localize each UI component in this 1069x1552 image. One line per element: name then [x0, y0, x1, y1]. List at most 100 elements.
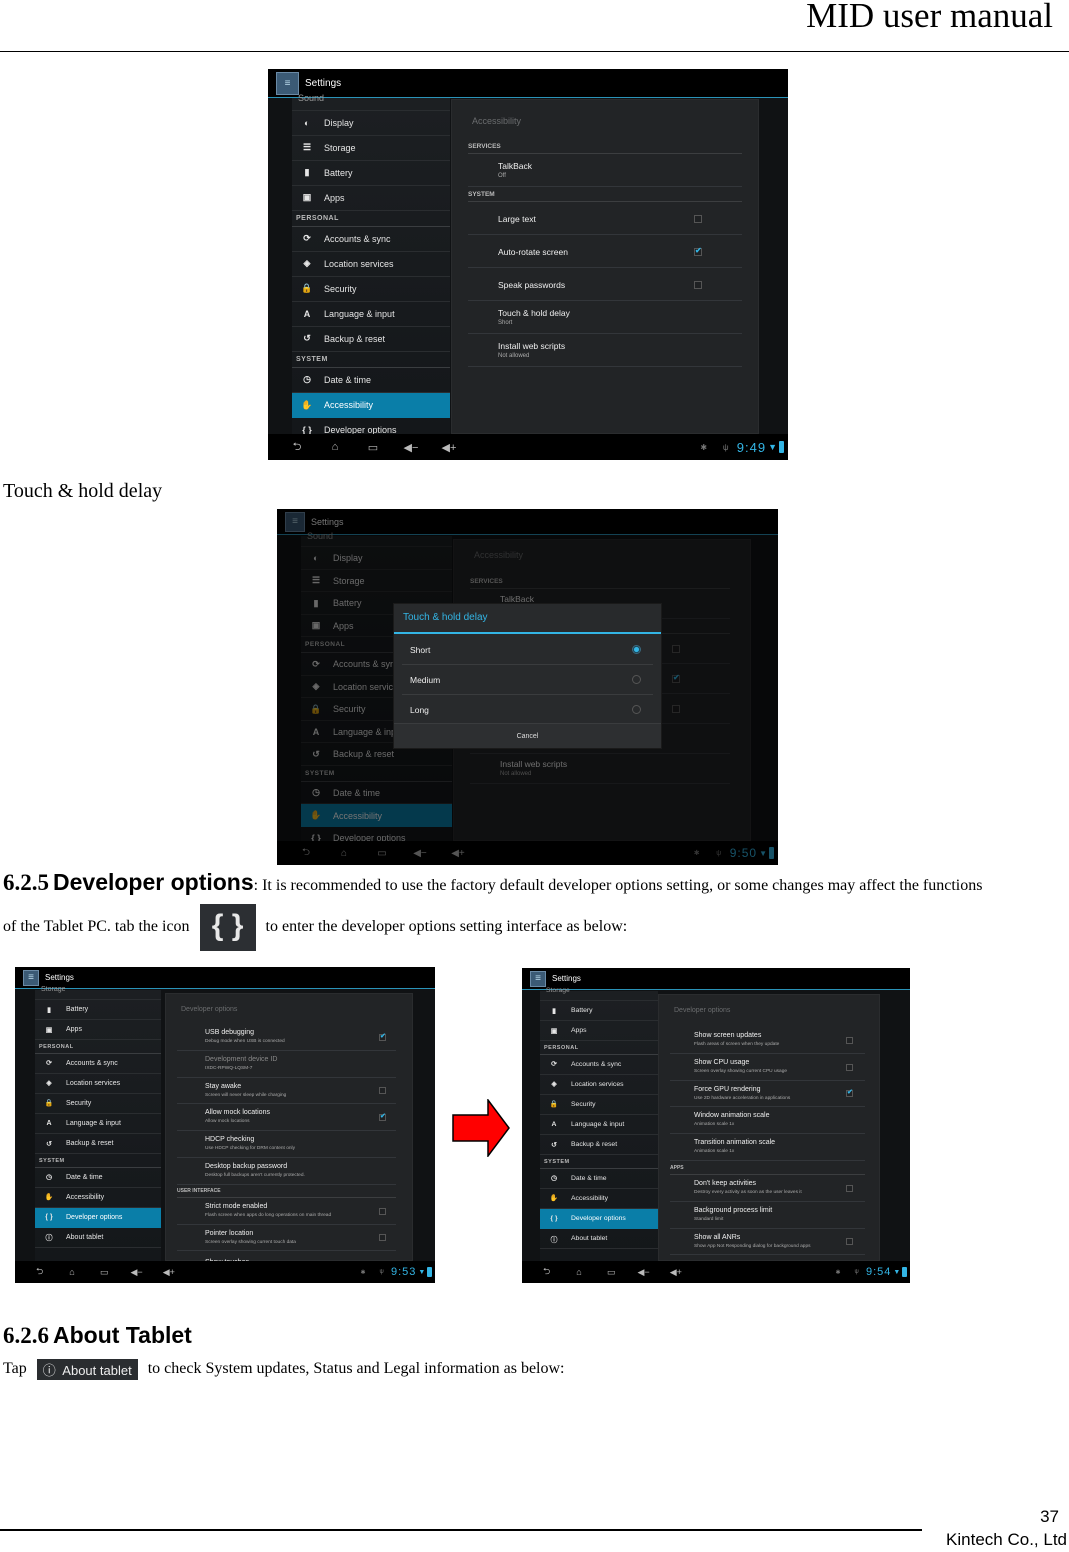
sidebar-item-developer-options[interactable]: { } Developer options [540, 1208, 658, 1230]
preference-row[interactable]: Show CPU usage Screen overlay showing cur… [670, 1054, 865, 1081]
home-button[interactable]: ⌂ [563, 1267, 595, 1277]
radio-selected[interactable] [632, 645, 641, 654]
checkbox-unchecked[interactable] [694, 280, 702, 289]
preference-row[interactable]: Strict mode enabled Flash screen when app… [177, 1198, 396, 1225]
preference-row[interactable]: Window animation scale Animation scale 1x [670, 1107, 865, 1135]
home-button[interactable]: ⌂ [316, 441, 354, 453]
sidebar-item-developer-options[interactable]: { } Developer options [35, 1207, 161, 1229]
back-button[interactable]: ⮌ [531, 1264, 563, 1280]
sidebar-item-language-input[interactable]: A Language & input [35, 1114, 161, 1135]
sidebar-item-backup-reset[interactable]: ↺ Backup & reset [540, 1135, 658, 1156]
sidebar-item-about-tablet[interactable]: ⓘ About tablet [540, 1229, 658, 1250]
sidebar-item-language-input[interactable]: A Language & input [292, 302, 450, 327]
sidebar-item-security[interactable]: 🔒 Security [292, 277, 450, 302]
cancel-button[interactable]: Cancel [394, 723, 661, 748]
preference-row[interactable]: Show all ANRs Show App Not Responding dia… [670, 1229, 865, 1256]
preference-row[interactable]: Development device ID IXDC-RPWQ-LQSM-7 [177, 1051, 396, 1078]
volume-up-button[interactable]: ◀+ [153, 1267, 185, 1278]
preference-row[interactable]: Touch & hold delay Short [468, 301, 742, 334]
preference-row[interactable]: TalkBack Off [468, 154, 742, 187]
sidebar-item-battery[interactable]: ▮ Battery [540, 1001, 658, 1022]
volume-down-button[interactable]: ◀− [120, 1267, 152, 1278]
dialog-option-short[interactable]: Short [402, 635, 653, 665]
preference-row[interactable]: HDCP checking Use HDCP checking for DRM c… [177, 1131, 396, 1158]
volume-up-button[interactable]: ◀+ [430, 441, 468, 454]
sidebar-item-clipped[interactable]: Storage [540, 981, 658, 1002]
preference-row[interactable]: Allow mock locations Allow mock locations [177, 1104, 396, 1132]
sidebar-item-storage[interactable]: ☰ Storage [292, 136, 450, 161]
preference-row[interactable]: Large text [468, 202, 742, 235]
radio-unselected[interactable] [632, 705, 641, 714]
checkbox-checked[interactable] [694, 246, 702, 256]
sidebar-item-apps[interactable]: ▣ Apps [292, 186, 450, 211]
preference-row[interactable]: Show screen updates Flash areas of screen… [670, 1027, 865, 1054]
sidebar-item-battery[interactable]: ▮ Battery [35, 1000, 161, 1021]
preference-row[interactable]: USB debugging Debug mode when USB is conn… [177, 1024, 396, 1051]
volume-down-button[interactable]: ◀− [627, 1267, 659, 1278]
sidebar-item-accessibility[interactable]: ✋ Accessibility [35, 1188, 161, 1208]
checkbox-checked[interactable] [379, 1112, 386, 1122]
recents-button[interactable]: ▭ [595, 1267, 627, 1278]
location-icon: ◈ [46, 1080, 52, 1088]
sidebar-item-location-services[interactable]: ◈ Location services [540, 1075, 658, 1095]
sidebar-item-apps[interactable]: ▣ Apps [540, 1021, 658, 1042]
preference-row[interactable]: Auto-rotate screen [468, 235, 742, 268]
preference-row[interactable]: Desktop backup password Desktop full back… [177, 1158, 396, 1185]
preference-row[interactable]: Pointer location Screen overlay showing c… [177, 1225, 396, 1252]
preference-row[interactable]: Don't keep activities Destroy every activ… [670, 1175, 865, 1202]
sidebar-item-language-input[interactable]: A Language & input [540, 1115, 658, 1136]
checkbox-unchecked[interactable] [379, 1234, 386, 1242]
sidebar-item-date-time[interactable]: ◷ Date & time [35, 1168, 161, 1188]
preference-row[interactable]: Stay awake Screen will never sleep while … [177, 1078, 396, 1105]
sidebar-item-accessibility[interactable]: ✋ Accessibility [540, 1189, 658, 1209]
sidebar-item-backup-reset[interactable]: ↺ Backup & reset [35, 1134, 161, 1155]
checkbox-unchecked[interactable] [846, 1063, 853, 1071]
sidebar-item-date-time[interactable]: ◷ Date & time [540, 1169, 658, 1189]
checkbox-checked[interactable] [379, 1032, 386, 1041]
preference-summary: Allow mock locations [205, 1119, 250, 1125]
sidebar-item-security[interactable]: 🔒 Security [35, 1094, 161, 1115]
sidebar-section-personal: PERSONAL [35, 1041, 161, 1054]
checkbox-unchecked[interactable] [846, 1238, 853, 1246]
preference-row[interactable]: Transition animation scale Animation scal… [670, 1134, 865, 1161]
checkbox-unchecked[interactable] [846, 1184, 853, 1192]
preference-row[interactable]: Speak passwords [468, 268, 742, 301]
sidebar-item-clipped[interactable]: Storage [35, 980, 161, 1001]
back-button[interactable]: ⮌ [278, 438, 316, 457]
sidebar-item-accounts-sync[interactable]: ⟳ Accounts & sync [292, 227, 450, 252]
sidebar-item-accounts-sync[interactable]: ⟳ Accounts & sync [35, 1054, 161, 1074]
sidebar-item-display[interactable]: ◐ Display [292, 111, 450, 136]
checkbox-unchecked[interactable] [694, 214, 702, 223]
volume-down-button[interactable]: ◀− [392, 441, 430, 454]
sidebar-item-security[interactable]: 🔒 Security [540, 1095, 658, 1116]
recents-button[interactable]: ▭ [88, 1267, 120, 1278]
sidebar-item-clipped[interactable]: Sound [292, 86, 450, 111]
dialog-option-medium[interactable]: Medium [402, 665, 653, 695]
checkbox-unchecked[interactable] [379, 1087, 386, 1095]
preference-row[interactable]: Force GPU rendering Use 2D hardware accel… [670, 1081, 865, 1108]
sidebar-item-accounts-sync[interactable]: ⟳ Accounts & sync [540, 1055, 658, 1075]
sidebar-item-backup-reset[interactable]: ↺ Backup & reset [292, 327, 450, 352]
sidebar-item-about-tablet[interactable]: ⓘ About tablet [35, 1228, 161, 1249]
back-button[interactable]: ⮌ [24, 1264, 56, 1280]
volume-up-button[interactable]: ◀+ [660, 1267, 692, 1278]
sidebar-item-accessibility[interactable]: ✋ Accessibility [292, 392, 450, 418]
checkbox-unchecked[interactable] [379, 1207, 386, 1215]
recents-button[interactable]: ▭ [354, 441, 392, 454]
sidebar-item-battery[interactable]: ▮ Battery [292, 161, 450, 186]
text-before-icon: of the Tablet PC. tab the icon [3, 918, 190, 936]
sidebar-item-location-services[interactable]: ◈ Location services [292, 252, 450, 277]
system-navigation-bar: ⮌ ⌂ ▭ ◀− ◀+ ✱ ψ 9:53 ▼ [15, 1261, 435, 1283]
sidebar-item-apps[interactable]: ▣ Apps [35, 1020, 161, 1041]
preference-row[interactable]: Background process limit Standard limit [670, 1202, 865, 1229]
checkbox-unchecked[interactable] [846, 1036, 853, 1044]
screenshot-developer-options-2: ≡ Settings Storage ▮ Battery ▣ Apps PERSONAL ⟳ Ac… [522, 968, 910, 1283]
dialog-option-long[interactable]: Long [402, 695, 653, 725]
sidebar-item-location-services[interactable]: ◈ Location services [35, 1074, 161, 1094]
home-button[interactable]: ⌂ [56, 1267, 88, 1277]
radio-unselected[interactable] [632, 675, 641, 684]
sidebar-item-date-time[interactable]: ◷ Date & time [292, 368, 450, 393]
checkbox-checked[interactable] [846, 1088, 853, 1098]
preference-row[interactable]: Install web scripts Not allowed [468, 334, 742, 367]
sidebar-item-label: Location services [571, 1080, 624, 1088]
